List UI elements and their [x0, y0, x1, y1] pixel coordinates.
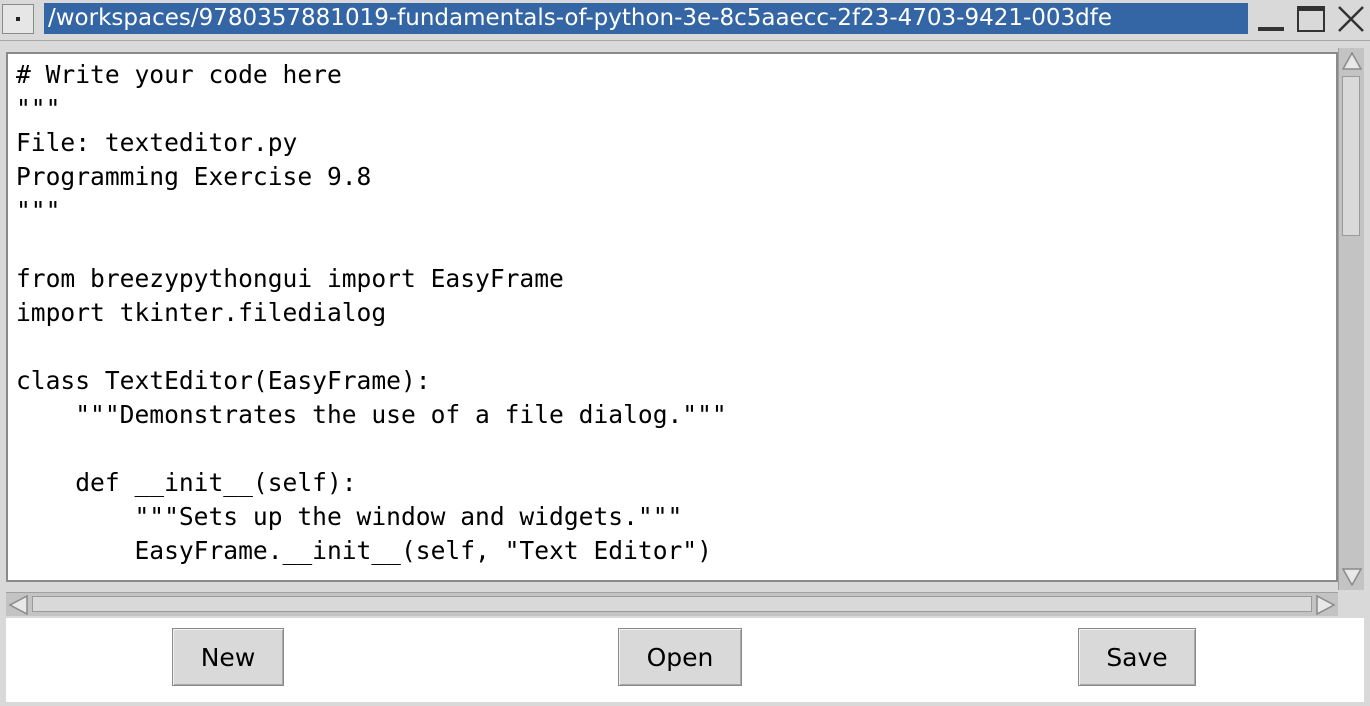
close-icon[interactable]	[1334, 2, 1368, 36]
code-line: EasyFrame.__init__(self, "Text Editor")	[16, 536, 712, 565]
maximize-icon[interactable]	[1294, 2, 1328, 36]
code-line: """Sets up the window and widgets."""	[16, 502, 683, 531]
scroll-up-arrow-icon[interactable]	[1339, 48, 1365, 74]
horizontal-scrollbar[interactable]	[6, 592, 1338, 616]
code-line: from breezypythongui import EasyFrame	[16, 264, 564, 293]
scroll-left-arrow-icon[interactable]	[6, 593, 32, 617]
new-button[interactable]: New	[172, 628, 284, 686]
code-line: File: texteditor.py	[16, 128, 298, 157]
window-title: /workspaces/9780357881019-fundamentals-o…	[44, 3, 1248, 34]
save-button[interactable]: Save	[1078, 628, 1196, 686]
window-titlebar[interactable]: /workspaces/9780357881019-fundamentals-o…	[0, 0, 1370, 41]
minimize-icon[interactable]	[1254, 2, 1288, 36]
code-line: class TextEditor(EasyFrame):	[16, 366, 431, 395]
code-line: """Demonstrates the use of a file dialog…	[16, 400, 727, 429]
button-bar: New Open Save	[6, 618, 1364, 702]
horizontal-scroll-thumb[interactable]	[32, 596, 1312, 612]
code-line: """	[16, 94, 61, 123]
code-line: import tkinter.filedialog	[16, 298, 387, 327]
open-button[interactable]: Open	[618, 628, 742, 686]
code-line: # Write your code here	[16, 60, 342, 89]
menu-dot	[16, 17, 20, 21]
code-line: """	[16, 196, 61, 225]
code-editor[interactable]: # Write your code here """ File: textedito…	[6, 52, 1338, 582]
scroll-down-arrow-icon[interactable]	[1339, 564, 1365, 590]
code-editor-content[interactable]: # Write your code here """ File: textedito…	[14, 58, 1330, 576]
code-line: Programming Exercise 9.8	[16, 162, 372, 191]
window-menu-icon[interactable]	[2, 4, 34, 34]
vertical-scroll-thumb[interactable]	[1342, 76, 1360, 236]
scroll-right-arrow-icon[interactable]	[1312, 593, 1338, 617]
vertical-scrollbar[interactable]	[1338, 48, 1364, 590]
code-line: def __init__(self):	[16, 468, 357, 497]
